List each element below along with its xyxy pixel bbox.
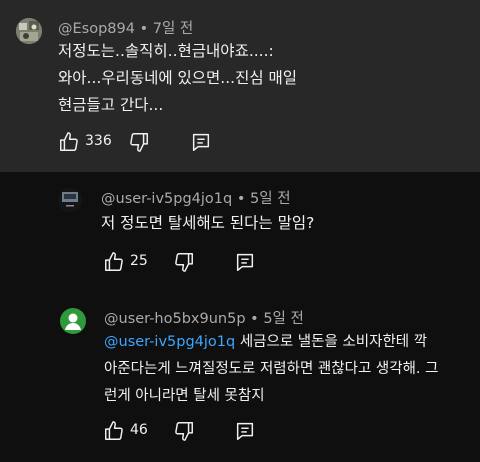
comment-line-rest: 세금으로 낼돈을 소비자한테 깍	[235, 334, 428, 350]
dislike-button[interactable]	[173, 251, 195, 273]
avatar-icon	[65, 313, 81, 330]
comment-line: 현금들고 간다...	[58, 96, 164, 114]
like-button[interactable]	[103, 420, 125, 442]
mention-link[interactable]: @user-iv5pg4jo1q	[104, 334, 235, 350]
comment-time[interactable]: 7일 전	[153, 21, 194, 37]
meta-separator: •	[250, 311, 259, 327]
reply-button[interactable]	[234, 251, 256, 273]
comment-author[interactable]: @user-iv5pg4jo1q	[101, 191, 232, 207]
avatar[interactable]	[60, 308, 86, 334]
comment-actions: 46	[103, 420, 283, 444]
dislike-button[interactable]	[173, 420, 195, 442]
thumb-up-icon	[60, 132, 78, 151]
reply-button[interactable]	[190, 131, 212, 153]
comment-text: @user-iv5pg4jo1q 세금으로 낼돈을 소비자한테 깍 아준다는게 …	[104, 329, 438, 410]
reply-icon	[192, 133, 210, 151]
meta-separator: •	[236, 191, 246, 207]
comment-line: 아준다는게 느껴질정도로 저렴하면 괜찮다고 생각해. 그	[104, 361, 439, 377]
like-count: 25	[130, 253, 148, 269]
meta-separator: •	[139, 21, 149, 37]
comment-author[interactable]: @Esop894	[58, 21, 135, 37]
thumb-up-icon	[105, 252, 123, 271]
avatar[interactable]	[16, 18, 42, 44]
like-count: 336	[85, 133, 112, 149]
comment-line: 저정도는..솔직히..현금내야죠....:	[58, 42, 274, 60]
comment-line: @user-iv5pg4jo1q 세금으로 낼돈을 소비자한테 깍	[104, 329, 438, 356]
comment-author[interactable]: @user-ho5bx9un5p	[104, 311, 246, 327]
reply-icon	[236, 422, 254, 440]
comment-actions: 25	[103, 251, 283, 275]
avatar-photo-icon	[58, 188, 82, 212]
thumb-down-icon	[175, 422, 193, 441]
comment-text: 저정도는..솔직히..현금내야죠....: 와아...우리동네에 있으면...진…	[58, 38, 297, 119]
avatar[interactable]	[58, 188, 82, 212]
comment-text: 저 정도면 탈세해도 된다는 말임?	[101, 210, 314, 237]
comment-line: 저 정도면 탈세해도 된다는 말임?	[101, 214, 315, 232]
comment-meta: @Esop894 • 7일 전	[58, 17, 193, 38]
like-button[interactable]	[103, 251, 125, 273]
thumb-up-icon	[105, 421, 123, 440]
reply-icon	[236, 253, 254, 271]
comment-meta: @user-iv5pg4jo1q • 5일 전	[101, 187, 291, 208]
like-count: 46	[130, 422, 148, 438]
comment-time[interactable]: 5일 전	[250, 191, 291, 207]
like-button[interactable]	[58, 131, 80, 153]
comment-actions: 336	[58, 131, 258, 155]
reply-button[interactable]	[234, 420, 256, 442]
comment-line: 와아...우리동네에 있으면...진심 매일	[58, 69, 298, 87]
avatar-photo-icon	[16, 18, 42, 44]
thumb-down-icon	[130, 133, 148, 152]
dislike-button[interactable]	[128, 131, 150, 153]
comment-time[interactable]: 5일 전	[263, 311, 304, 327]
thumb-down-icon	[175, 253, 193, 272]
comment-meta: @user-ho5bx9un5p • 5일 전	[104, 307, 304, 328]
comment-line: 런게 아니라면 탈세 못참지	[104, 388, 265, 404]
